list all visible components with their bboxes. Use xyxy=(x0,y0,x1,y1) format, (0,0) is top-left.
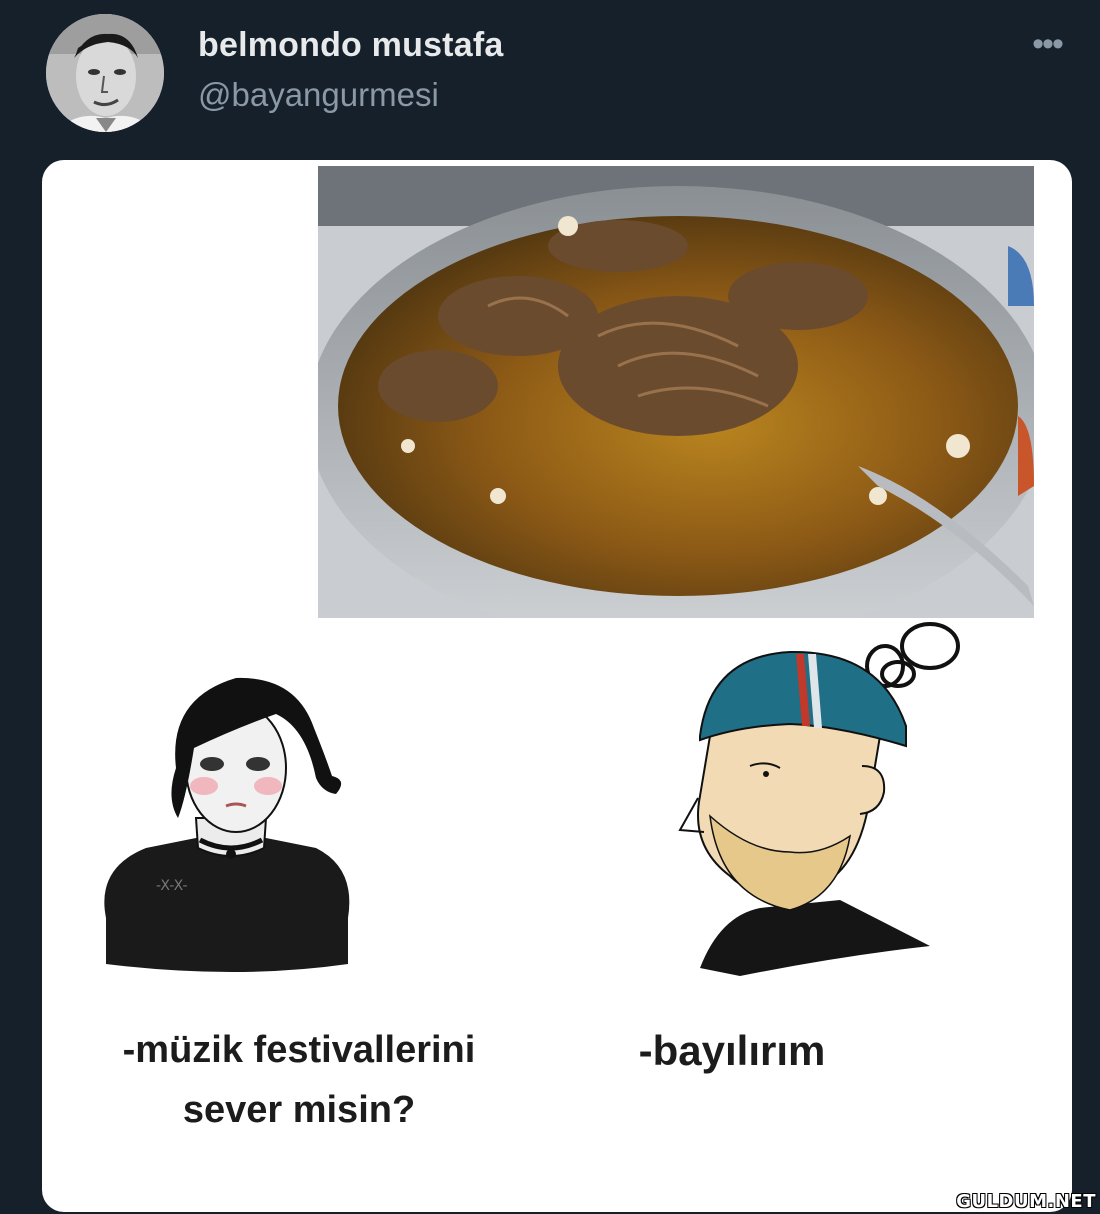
display-name[interactable]: belmondo mustafa xyxy=(198,26,503,65)
user-avatar[interactable] xyxy=(46,14,164,132)
caption-question-line2: sever misin? xyxy=(182,1089,416,1131)
girl-wojak-drawing: -X-X- xyxy=(104,677,350,972)
site-watermark: GULDUM.NET xyxy=(956,1191,1096,1212)
chad-wojak-drawing xyxy=(678,622,960,976)
more-options-icon[interactable]: ••• xyxy=(1022,24,1072,64)
soup-photo xyxy=(318,166,1034,618)
caption-question: -müzik festivallerini sever misin? xyxy=(64,1020,534,1140)
user-handle[interactable]: @bayangurmesi xyxy=(198,76,439,114)
meme-image-card[interactable]: -X-X- -müzik festivallerini sever misin?… xyxy=(42,160,1072,1212)
caption-question-line1: -müzik festivallerini xyxy=(122,1029,476,1071)
caption-answer: -bayılırım xyxy=(638,1027,826,1074)
svg-text:-X-X-: -X-X- xyxy=(156,878,188,894)
tweet-header: belmondo mustafa @bayangurmesi ••• xyxy=(0,0,1100,150)
